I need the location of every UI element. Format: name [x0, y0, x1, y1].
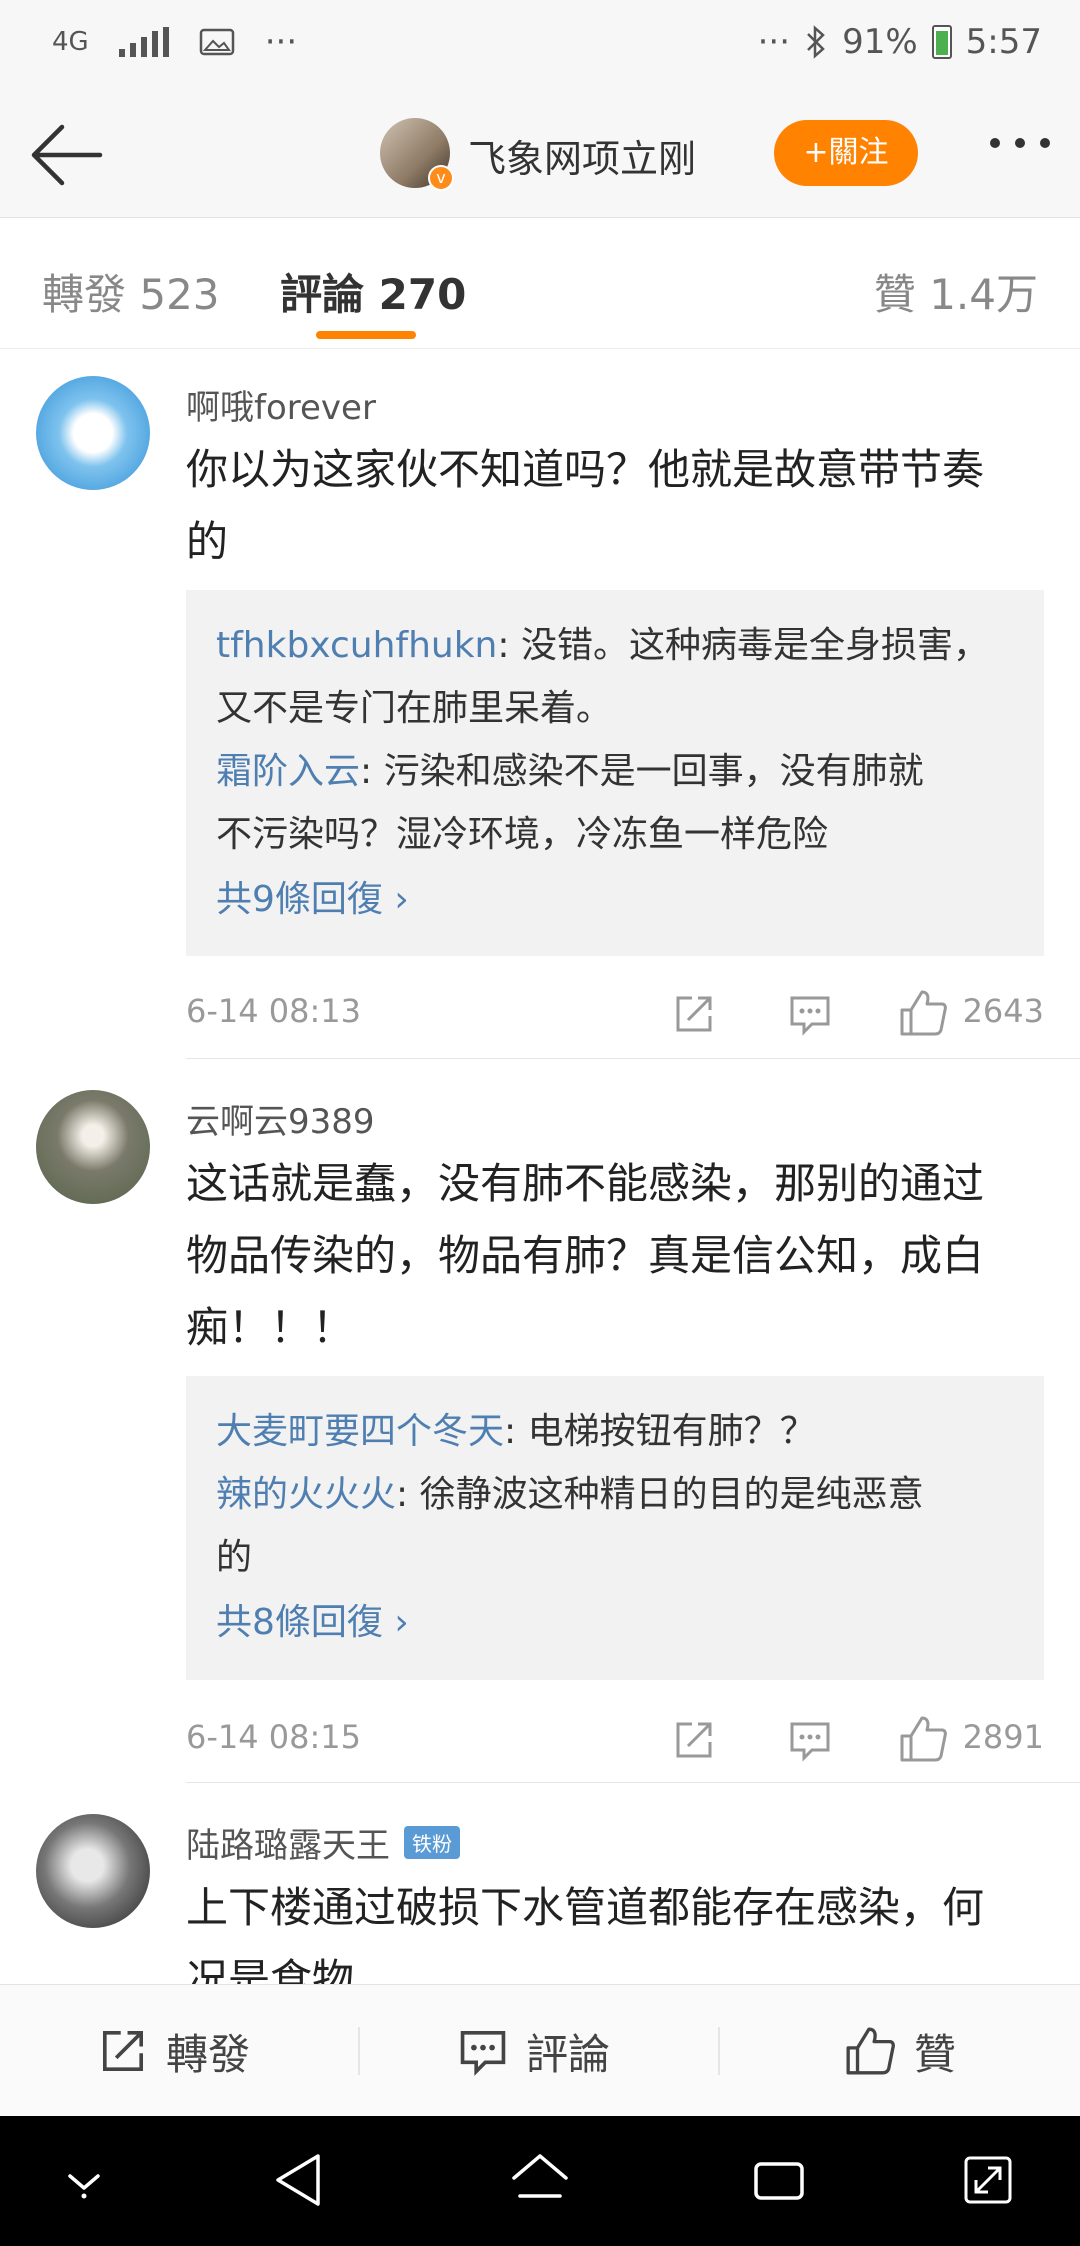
comment-text-line: 况是食物	[186, 1955, 355, 1984]
reply-username[interactable]: 霜阶入云	[216, 751, 360, 792]
comment-item: 啊哦forever 你以为这家伙不知道吗？他就是故意带节奏 的 tfhkbxcu…	[0, 350, 1080, 1059]
fan-badge: 铁粉	[404, 1826, 460, 1859]
comment-icon[interactable]	[788, 1718, 832, 1762]
expand-icon[interactable]	[960, 2150, 1016, 2210]
active-tab-indicator	[316, 331, 416, 339]
comment-text: 你以为这家伙不知道吗？他就是故意带节奏 的	[186, 434, 1050, 578]
comment-footer: 6-14 08:13 2643	[186, 980, 1044, 1040]
comment-date: 6-14 08:13	[186, 992, 362, 1030]
comment-text: 这话就是蠢，没有肺不能感染，那别的通过 物品传染的，物品有肺？真是信公知，成白 …	[186, 1148, 1050, 1364]
comment-username[interactable]: 啊哦forever	[186, 380, 376, 429]
separator	[718, 2027, 720, 2075]
reply-text: 又不是专门在肺里呆着。	[216, 688, 613, 729]
like-icon	[846, 2027, 895, 2075]
reply-text: 的	[216, 1537, 253, 1578]
reply-text: : 电梯按钮有肺？？	[504, 1411, 816, 1452]
reply-item: 辣的火火火: 徐静波这种精日的目的是纯恶意 的	[216, 1463, 1014, 1589]
comment-username[interactable]: 云啊云9389	[186, 1094, 375, 1143]
reply-item: 大麦町要四个冬天: 电梯按钮有肺？？	[216, 1400, 1014, 1463]
network-label: 4G	[52, 27, 89, 57]
tab-likes[interactable]: 贊 1.4万	[874, 261, 1038, 322]
comment-footer: 6-14 08:15 2891	[186, 1706, 1044, 1766]
follow-button[interactable]: +關注	[774, 120, 918, 186]
like-icon[interactable]	[898, 988, 948, 1038]
gallery-icon	[199, 28, 234, 56]
comment-text-line: 物品传染的，物品有肺？真是信公知，成白	[186, 1231, 985, 1280]
system-nav-bar	[0, 2116, 1080, 2246]
more-notifications-icon: ···	[264, 22, 298, 62]
reply-username[interactable]: tfhkbxcuhfhukn	[216, 625, 497, 666]
author-name[interactable]: 飞象网项立刚	[468, 128, 696, 183]
reply-username[interactable]: 大麦町要四个冬天	[216, 1411, 504, 1452]
comment-item: 陆路璐露天王 铁粉 上下楼通过破损下水管道都能存在感染，何 况是食物	[0, 1788, 1080, 1984]
comment-username[interactable]: 陆路璐露天王 铁粉	[186, 1818, 460, 1867]
reply-box[interactable]: 大麦町要四个冬天: 电梯按钮有肺？？ 辣的火火火: 徐静波这种精日的目的是纯恶意…	[186, 1376, 1044, 1680]
reply-text: 不污染吗？湿冷环境，冷冻鱼一样危险	[216, 814, 829, 855]
tab-bar: 轉發 523 評論 270 贊 1.4万	[0, 219, 1080, 349]
reply-box[interactable]: tfhkbxcuhfhukn: 没错。这种病毒是全身损害， 又不是专门在肺里呆着…	[186, 590, 1044, 956]
tab-comments[interactable]: 評論 270	[280, 261, 466, 322]
reply-text: : 污染和感染不是一回事，没有肺就	[360, 751, 924, 792]
comment-item: 云啊云9389 这话就是蠢，没有肺不能感染，那别的通过 物品传染的，物品有肺？真…	[0, 1064, 1080, 1784]
battery-icon	[931, 25, 952, 59]
reply-item: tfhkbxcuhfhukn: 没错。这种病毒是全身损害， 又不是专门在肺里呆着…	[216, 614, 1014, 740]
back-arrow-icon[interactable]	[28, 122, 104, 188]
signal-icon	[118, 27, 169, 57]
repost-label: 轉發	[166, 2029, 251, 2079]
comment-text-line: 上下楼通过破损下水管道都能存在感染，何	[186, 1883, 985, 1932]
comment-username-text[interactable]: 陆路璐露天王	[186, 1818, 390, 1867]
like-count: 2891	[962, 1718, 1044, 1756]
comment-icon	[460, 2031, 506, 2076]
comment-text-line: 的	[186, 517, 229, 566]
reply-text: : 徐静波这种精日的目的是纯恶意	[396, 1474, 924, 1515]
separator	[358, 2027, 360, 2075]
divider	[186, 1058, 1080, 1059]
avatar[interactable]	[36, 1090, 150, 1204]
comment-date: 6-14 08:15	[186, 1718, 362, 1756]
back-icon[interactable]	[270, 2150, 326, 2210]
comment-label: 評論	[526, 2029, 611, 2079]
avatar[interactable]	[36, 376, 150, 490]
action-bar: 轉發 評論 贊	[0, 1984, 1080, 2116]
battery-percent: 91%	[842, 22, 918, 62]
more-replies-link[interactable]: 共8條回復 ›	[216, 1591, 1014, 1654]
reply-username[interactable]: 辣的火火火	[216, 1474, 396, 1515]
like-icon[interactable]	[898, 1714, 948, 1764]
more-replies-link[interactable]: 共9條回復 ›	[216, 868, 1014, 931]
like-count: 2643	[962, 992, 1044, 1030]
more-options-icon[interactable]	[990, 138, 1050, 148]
comment-text-line: 你以为这家伙不知道吗？他就是故意带节奏	[186, 445, 985, 494]
comment-text-line: 痴！！！	[186, 1303, 355, 1352]
comment-button[interactable]: 評論	[458, 1985, 610, 2117]
home-icon[interactable]	[508, 2150, 572, 2210]
comment-text-line: 这话就是蠢，没有肺不能感染，那别的通过	[186, 1159, 985, 1208]
status-bar: 4G ··· ··· 91% 5:57	[0, 0, 1080, 92]
repost-button[interactable]: 轉發	[98, 1985, 250, 2117]
recent-apps-icon[interactable]	[750, 2150, 808, 2210]
chevron-down-icon[interactable]	[62, 2162, 106, 2202]
clock: 5:57	[965, 22, 1042, 62]
divider	[186, 1782, 1080, 1783]
bluetooth-icon	[807, 25, 825, 59]
comment-text: 上下楼通过破损下水管道都能存在感染，何 况是食物	[186, 1872, 1050, 1984]
share-icon[interactable]	[672, 992, 716, 1036]
tab-repost[interactable]: 轉發 523	[42, 261, 220, 322]
verified-badge: v	[428, 165, 454, 191]
comment-icon[interactable]	[788, 992, 832, 1036]
avatar[interactable]	[36, 1814, 150, 1928]
header: v 飞象网项立刚 +關注	[0, 92, 1080, 218]
more-status-icon: ···	[757, 22, 791, 62]
like-button[interactable]: 贊	[844, 1985, 956, 2117]
like-label: 贊	[914, 2029, 957, 2079]
reply-text: : 没错。这种病毒是全身损害，	[497, 625, 989, 666]
share-icon[interactable]	[672, 1718, 716, 1762]
reply-item: 霜阶入云: 污染和感染不是一回事，没有肺就 不污染吗？湿冷环境，冷冻鱼一样危险	[216, 740, 1014, 866]
repost-icon	[103, 2031, 143, 2071]
